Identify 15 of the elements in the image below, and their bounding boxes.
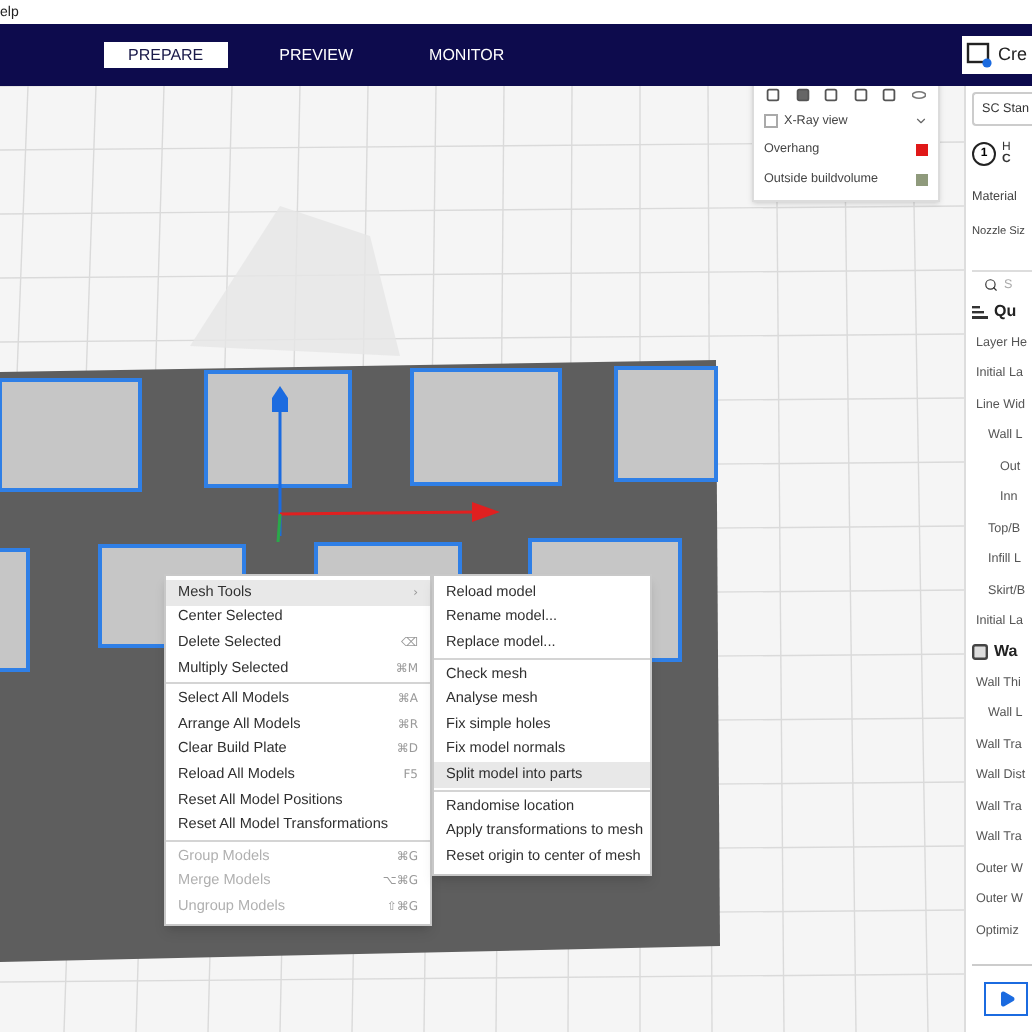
printer-icon — [966, 42, 992, 68]
section-title[interactable]: Qu — [994, 300, 1017, 325]
slice-button[interactable] — [984, 982, 1028, 1016]
stage-tab[interactable]: MONITOR — [405, 42, 529, 68]
stage-tab[interactable]: PREVIEW — [255, 42, 378, 68]
checkbox[interactable] — [764, 114, 778, 129]
chevron-down-icon[interactable] — [914, 114, 928, 129]
layers-icon — [972, 304, 988, 321]
section-title[interactable]: Wa — [994, 640, 1018, 665]
play-icon — [997, 990, 1015, 1008]
create-button[interactable]: Cre — [962, 36, 1032, 74]
search-icon — [984, 277, 998, 292]
eye-icon[interactable] — [911, 88, 926, 102]
square-icon — [972, 644, 988, 661]
stage-tab[interactable]: PREPARE — [104, 42, 228, 68]
